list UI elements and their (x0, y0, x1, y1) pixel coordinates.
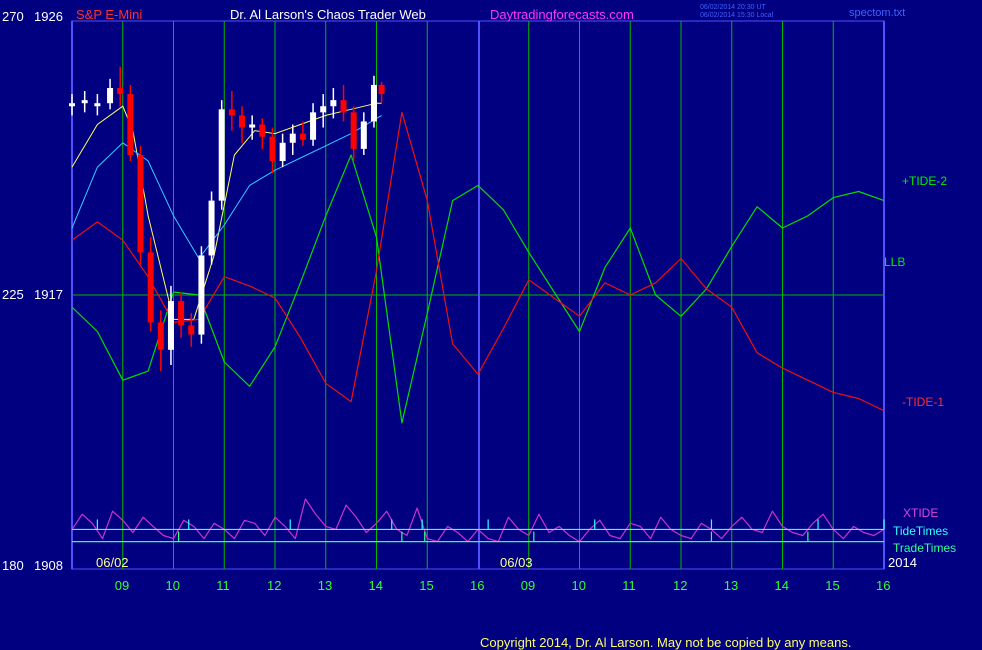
hour-tick-label: 15 (419, 578, 433, 593)
hour-tick-label: 12 (267, 578, 281, 593)
hour-tick-label: 15 (825, 578, 839, 593)
price-bar-body (81, 100, 88, 104)
price-bar-body (269, 136, 276, 162)
date-label-06-03: 06/03 (500, 555, 533, 570)
hour-tick-label: 10 (572, 578, 586, 593)
hour-tick-label: 09 (521, 578, 535, 593)
price-bar-body (94, 103, 101, 107)
legend-tide1: -TIDE-1 (902, 395, 944, 409)
price-bar-body (239, 115, 246, 128)
date-label-06-02: 06/02 (96, 555, 129, 570)
hour-tick-label: 11 (622, 578, 636, 593)
chart: 270 1926 S&P E-Mini Dr. Al Larson's Chao… (2, 4, 956, 650)
hour-tick-label: 12 (673, 578, 687, 593)
symbol-label: S&P E-Mini (76, 7, 142, 22)
legend-tidetimes: TideTimes (893, 524, 948, 538)
price-bar-body (107, 87, 114, 104)
site-label: Daytradingforecasts.com (490, 7, 634, 22)
price-bar-body (310, 112, 317, 140)
hour-tick-label: 09 (115, 578, 129, 593)
hour-tick-label: 13 (318, 578, 332, 593)
legend-tradetimes: TradeTimes (893, 541, 956, 555)
hour-tick-label: 10 (166, 578, 180, 593)
price-bar-body (218, 109, 225, 201)
price-bar-body (299, 133, 306, 140)
price-bar-body (320, 106, 327, 113)
price-bar-body (188, 325, 195, 335)
legend-llb: LLB (884, 255, 905, 269)
price-bar-body (127, 94, 134, 155)
hour-tick-label: 16 (470, 578, 484, 593)
timestamp-local: 06/02/2014 15:30 Local (700, 12, 774, 19)
price-bar-body (117, 87, 124, 95)
hour-tick-label: 13 (724, 578, 738, 593)
price-bar-body (360, 121, 367, 149)
hour-tick-label: 14 (775, 578, 789, 593)
price-bar-body (370, 84, 377, 122)
moving-average-fast (71, 102, 382, 320)
left-top-label-a: 270 (2, 9, 24, 24)
price-bar-body (178, 301, 185, 326)
price-bar-body (208, 200, 215, 256)
price-bar-body (249, 124, 256, 128)
hour-tick-label: 14 (369, 578, 383, 593)
legend-xtide: XTIDE (903, 506, 938, 520)
price-bar-body (228, 109, 235, 116)
left-top-label-b: 1926 (34, 9, 63, 24)
hour-tick-label: 16 (876, 578, 890, 593)
price-bar-body (198, 255, 205, 335)
price-bar-body (289, 133, 296, 143)
timestamp-ut: 06/02/2014 20:30 UT (700, 4, 766, 11)
price-bar-body (137, 154, 144, 253)
price-bar-body (340, 100, 347, 113)
price-bar-body (279, 142, 286, 162)
price-bar-body (259, 124, 266, 137)
price-bar-body (330, 100, 337, 107)
legend-tide2: +TIDE-2 (902, 174, 947, 188)
left-bot-label-b: 1908 (34, 558, 63, 573)
price-bar-body (157, 322, 164, 350)
price-bar-body (350, 112, 357, 149)
price-bar-body (167, 301, 174, 350)
hour-tick-labels: 09 10 11 12 13 14 15 16 09 10 11 12 13 14 15 16 (115, 578, 891, 593)
price-bar-body (378, 84, 385, 95)
year-label: 2014 (888, 555, 917, 570)
file-label: spectom.txt (849, 7, 905, 19)
left-bot-label-a: 180 (2, 558, 24, 573)
hour-tick-label: 11 (216, 578, 230, 593)
chart-title: Dr. Al Larson's Chaos Trader Web (230, 7, 426, 22)
left-mid-label-a: 225 (2, 287, 24, 302)
left-mid-label-b: 1917 (34, 287, 63, 302)
copyright: Copyright 2014, Dr. Al Larson. May not b… (480, 635, 851, 650)
price-bar-body (147, 252, 154, 323)
price-bar-body (69, 103, 75, 107)
